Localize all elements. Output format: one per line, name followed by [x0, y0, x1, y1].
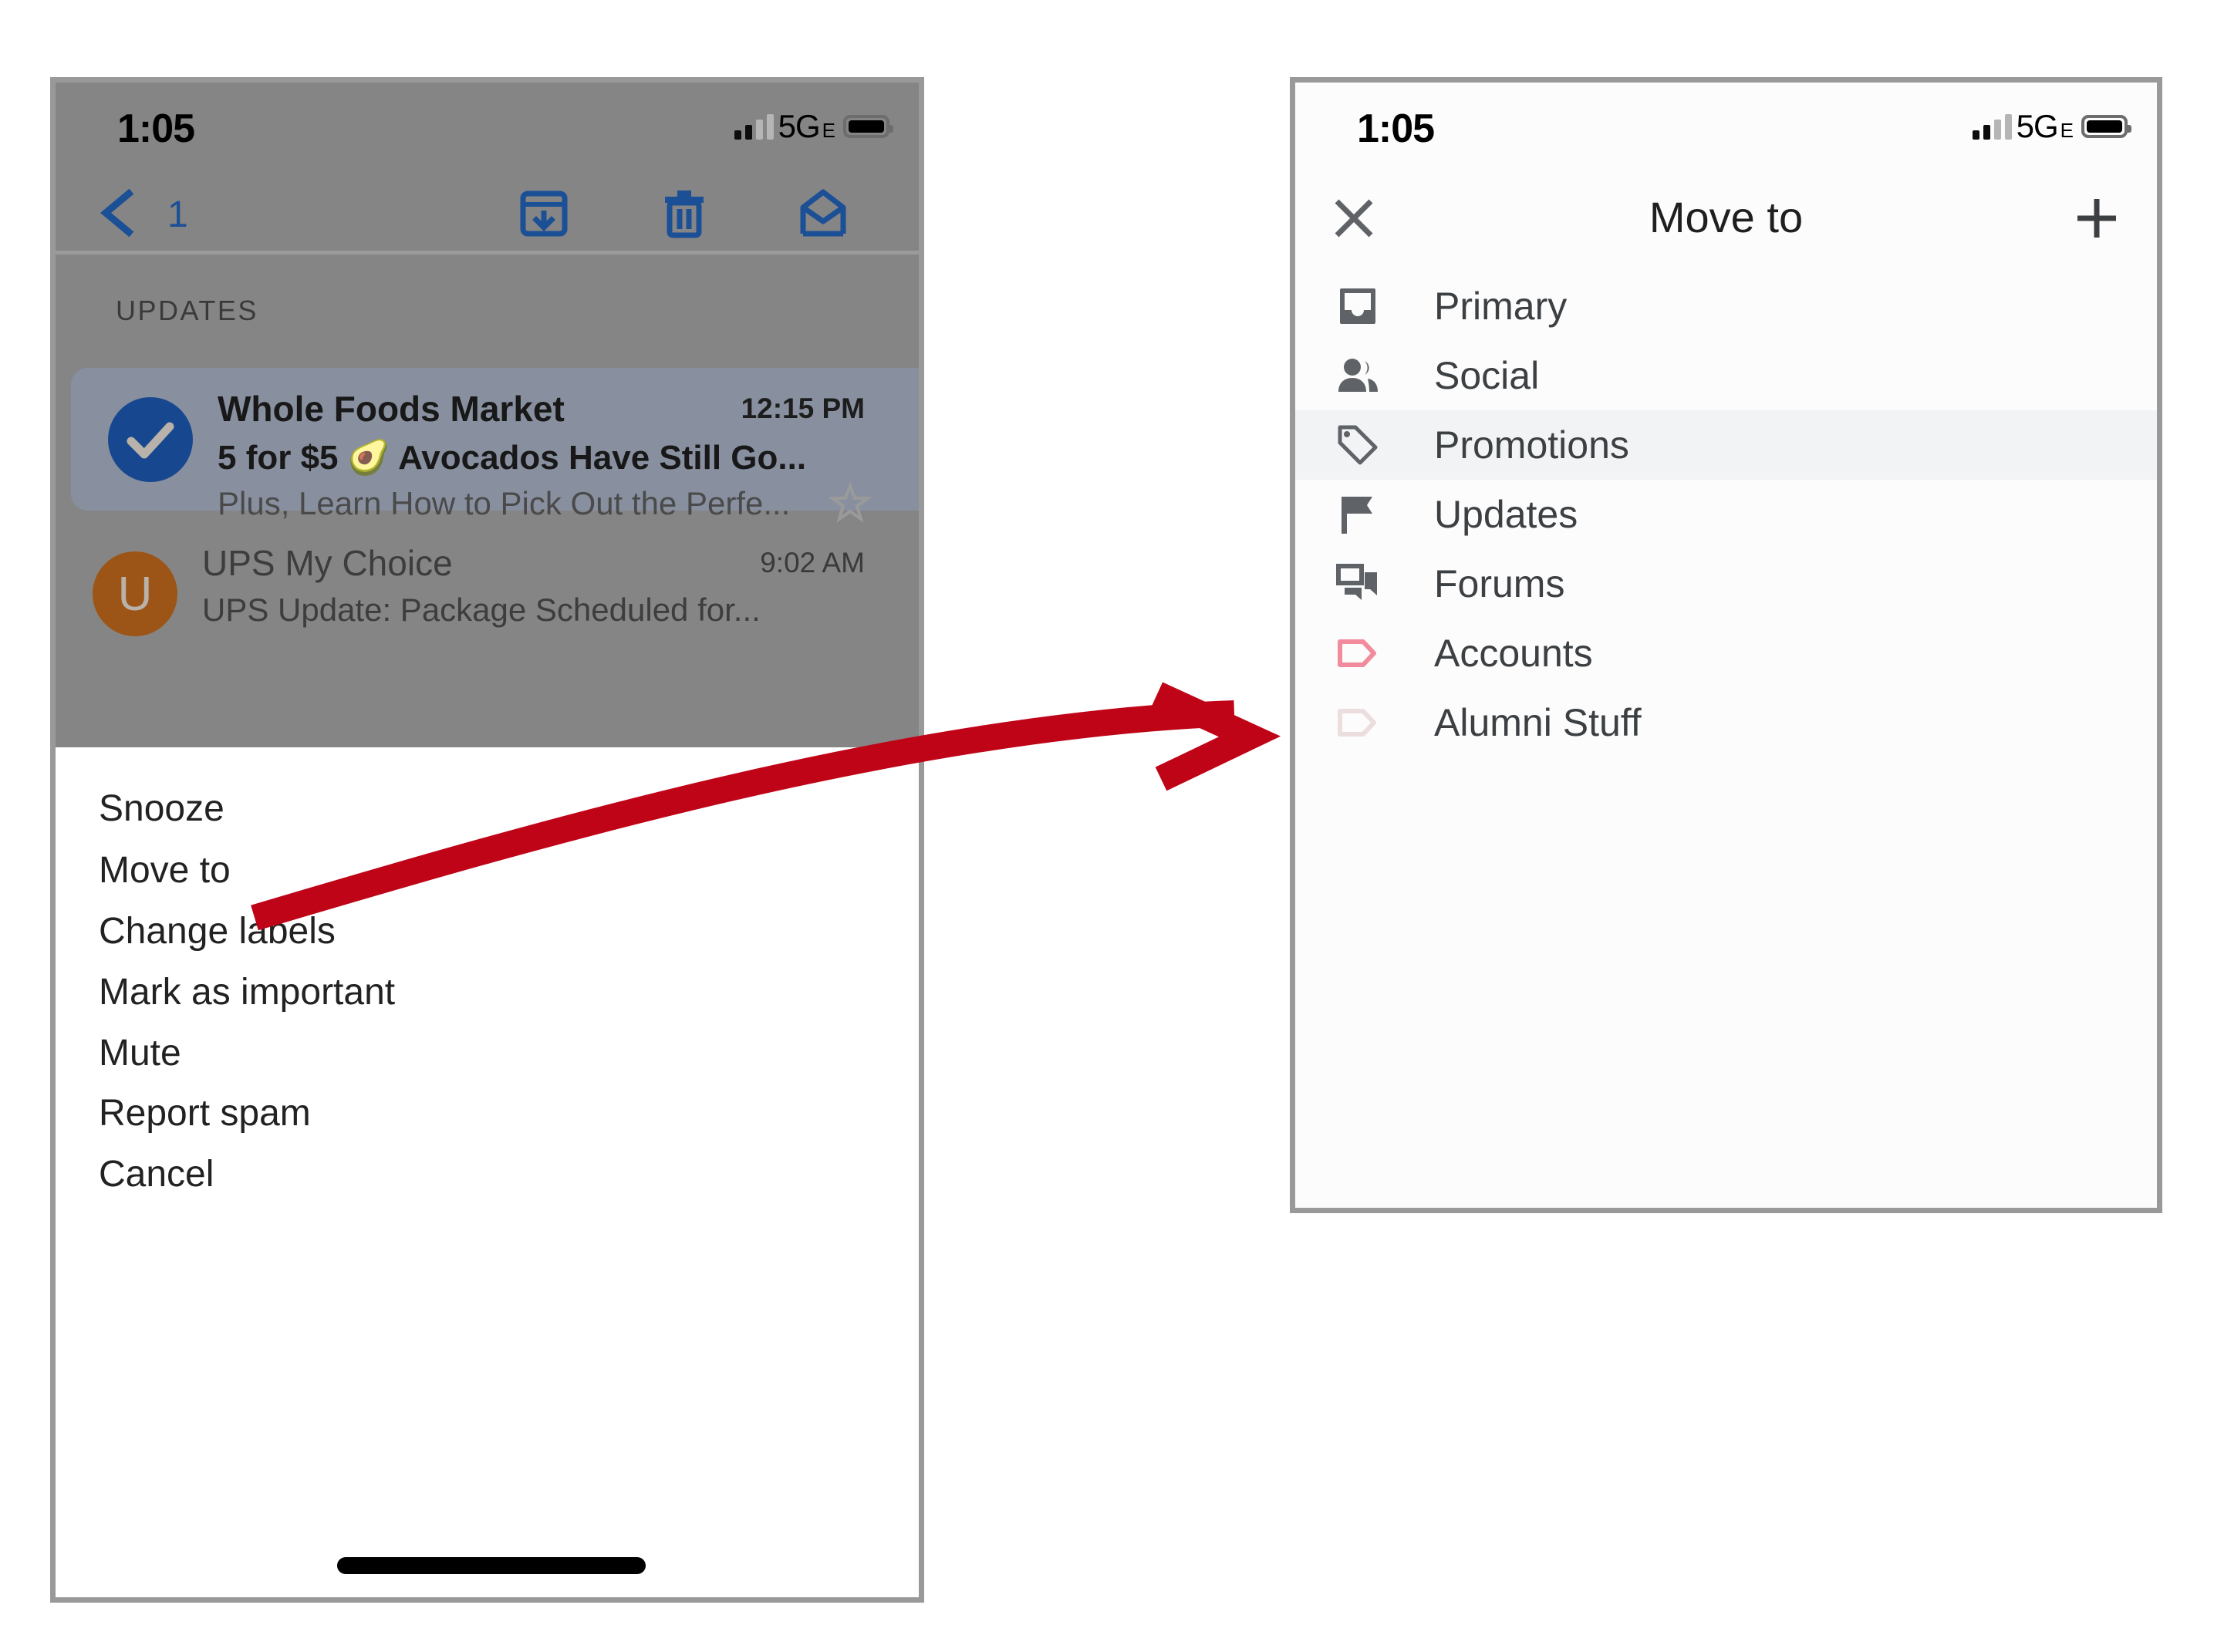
mail-sender: UPS My Choice: [202, 543, 453, 583]
mail-subject: UPS Update: Package Scheduled for...: [202, 592, 761, 628]
destination-label: Forums: [1434, 562, 1565, 605]
network-label: 5G: [778, 108, 821, 144]
selected-count: 1: [167, 194, 188, 235]
status-time: 1:05: [117, 106, 195, 151]
action-item-report-spam[interactable]: Report spam: [99, 1092, 311, 1134]
action-item-move-to[interactable]: Move to: [99, 849, 231, 892]
flag-icon: [1335, 492, 1380, 537]
mail-row[interactable]: U UPS My Choice 9:02 AM UPS Update: Pack…: [56, 522, 919, 661]
network-suffix-label: E: [822, 119, 835, 142]
mail-subject: 5 for $5 🥑 Avocados Have Still Go...: [218, 439, 807, 477]
left-status-bar: 1:05 5G E: [56, 83, 919, 175]
action-item-change-labels[interactable]: Change labels: [99, 910, 336, 952]
right-phone-screen: 1:05 5G E Move to Primary Social Promoti…: [1290, 77, 2162, 1213]
action-sheet: Snooze Move to Change labels Mark as imp…: [56, 747, 919, 1597]
destination-row-social[interactable]: Social: [1295, 341, 2157, 410]
selection-toolbar: 1: [56, 175, 919, 251]
mail-snippet: Plus, Learn How to Pick Out the Perfe...: [218, 485, 791, 521]
move-to-panel: 1:05 5G E Move to Primary Social Promoti…: [1295, 83, 2157, 1208]
action-item-snooze[interactable]: Snooze: [99, 787, 224, 830]
status-time: 1:05: [1357, 106, 1435, 151]
archive-icon[interactable]: [518, 187, 569, 238]
signal-bars-icon: [1972, 113, 2012, 140]
trash-icon[interactable]: [659, 187, 710, 238]
destination-row-accounts[interactable]: Accounts: [1295, 619, 2157, 688]
network-label: 5G: [2016, 108, 2059, 144]
destination-label: Updates: [1434, 493, 1578, 536]
open-envelope-icon[interactable]: [798, 187, 849, 238]
mail-time: 12:15 PM: [741, 393, 865, 424]
mail-row-selected[interactable]: Whole Foods Market 12:15 PM 5 for $5 🥑 A…: [71, 368, 919, 523]
star-outline-icon[interactable]: [827, 481, 873, 524]
action-item-cancel[interactable]: Cancel: [99, 1153, 214, 1195]
avatar[interactable]: U: [93, 551, 177, 636]
battery-full-icon: [843, 115, 893, 138]
network-suffix-label: E: [2060, 119, 2074, 142]
action-item-mute[interactable]: Mute: [99, 1032, 181, 1074]
destination-row-primary[interactable]: Primary: [1295, 271, 2157, 341]
left-phone-screen: 1:05 5G E 1 UPDATES Whole Foods Market 1…: [50, 77, 924, 1603]
signal-bars-icon: [734, 113, 774, 140]
inbox-icon: [1335, 284, 1380, 329]
avatar-checked[interactable]: [108, 397, 193, 482]
mail-time: 9:02 AM: [760, 547, 865, 578]
destination-label: Social: [1434, 354, 1540, 397]
status-indicators: 5G E: [734, 108, 893, 144]
destination-label: Alumni Stuff: [1434, 701, 1642, 744]
chevron-left-icon[interactable]: [98, 188, 138, 238]
people-icon: [1335, 353, 1380, 398]
section-header-updates: UPDATES: [116, 295, 258, 326]
action-item-mark-as-important[interactable]: Mark as important: [99, 971, 395, 1013]
plus-icon[interactable]: [2074, 195, 2120, 241]
right-status-bar: 1:05 5G E: [1295, 83, 2157, 175]
price-tag-icon: [1335, 423, 1380, 467]
status-indicators: 5G E: [1972, 108, 2131, 144]
label-outline-icon: [1335, 700, 1380, 745]
avatar-letter: U: [117, 567, 153, 621]
destination-label: Primary: [1434, 285, 1568, 328]
destination-label: Promotions: [1434, 423, 1629, 467]
home-indicator: [337, 1557, 646, 1574]
destination-label: Accounts: [1434, 632, 1593, 675]
destination-row-alumni-stuff[interactable]: Alumni Stuff: [1295, 688, 2157, 757]
destination-row-forums[interactable]: Forums: [1295, 549, 2157, 619]
destination-row-promotions[interactable]: Promotions: [1295, 410, 2157, 480]
forum-chat-icon: [1335, 561, 1380, 606]
destination-row-updates[interactable]: Updates: [1295, 480, 2157, 549]
label-outline-icon: [1335, 631, 1380, 676]
toolbar-divider: [56, 251, 919, 255]
page-title: Move to: [1649, 193, 1804, 241]
move-to-header: Move to: [1295, 175, 2157, 260]
mail-sender: Whole Foods Market: [218, 389, 565, 429]
battery-full-icon: [2081, 115, 2131, 138]
